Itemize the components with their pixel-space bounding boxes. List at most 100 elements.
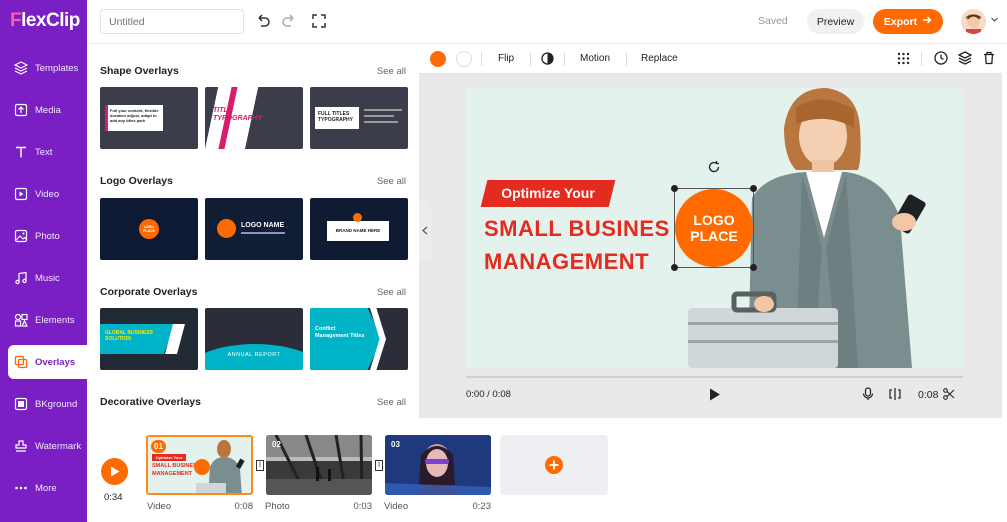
transition-icon[interactable]: ǀ [256,460,264,471]
timeline-clip[interactable]: 01 Optimize Your SMALL BUSINES MANAGEMEN… [146,435,253,495]
clip-type: Video [384,501,409,512]
collapse-panel-button[interactable] [419,200,431,260]
thumb-text: LOGO NAME [241,222,285,229]
sidebar: FlexClip Templates Media Text Video Phot… [0,0,87,522]
clip-duration: 0:23 [472,501,492,512]
overlay-thumbnail[interactable]: LOGO NAME [205,198,303,260]
add-clip-button[interactable] [500,435,608,495]
split-icon[interactable] [888,387,902,406]
microphone-icon[interactable] [862,387,874,406]
sidebar-item-text[interactable]: Text [0,135,87,169]
preview-button[interactable]: Preview [807,9,864,34]
resize-handle[interactable] [750,185,757,192]
resize-handle[interactable] [671,264,678,271]
headline-badge[interactable]: Optimize Your [480,180,616,207]
playback-progress[interactable] [466,376,963,378]
sidebar-item-label: BKground [35,398,78,410]
overlay-thumbnail[interactable]: Full your content, flexible duration adj… [100,87,198,149]
export-button[interactable]: Export [873,9,943,34]
video-canvas[interactable]: Optimize Your SMALL BUSINES MANAGEMENT L… [466,88,963,368]
sidebar-item-video[interactable]: Video [0,177,87,211]
overlay-thumbnail[interactable]: ANNUAL REPORT [205,308,303,370]
see-all-link[interactable]: See all [377,397,406,408]
sidebar-item-label: Video [35,188,60,200]
color-swatch-orange[interactable] [430,51,446,67]
timeline: 0:34 01 Optimize Your SMALL BUSINES MANA… [87,418,1007,522]
sidebar-item-background[interactable]: BKground [0,387,87,421]
app-logo[interactable]: FlexClip [10,10,80,32]
sidebar-item-watermark[interactable]: Watermark [0,429,87,463]
photo-icon [14,229,28,243]
playback-time: 0:00 / 0:08 [466,389,511,400]
overlays-panel: Shape Overlays See all Full your content… [87,44,419,418]
sidebar-item-media[interactable]: Media [0,93,87,127]
selection-box[interactable] [674,188,754,268]
section-title: Logo Overlays [100,175,173,187]
sidebar-item-templates[interactable]: Templates [0,51,87,85]
overlay-thumbnail[interactable]: TITLE TYPOGRAPHY [205,87,303,149]
sidebar-item-more[interactable]: More [0,471,87,505]
scissors-icon[interactable] [943,387,955,405]
overlay-thumbnail[interactable]: LOGO PLACE [100,198,198,260]
headline-line-1[interactable]: SMALL BUSINES [484,216,670,242]
saved-status: Saved [758,15,788,27]
play-icon[interactable] [709,388,721,406]
chevron-down-icon[interactable] [990,15,999,26]
video-icon [14,187,28,201]
layers-icon[interactable] [957,51,973,70]
sidebar-item-label: Media [35,104,61,116]
clip-thumb-line: SMALL BUSINES [152,463,197,469]
overlays-icon [14,355,28,369]
overlay-thumbnail[interactable]: Conflict Management Titles [310,308,408,370]
see-all-link[interactable]: See all [377,287,406,298]
overlay-thumbnail[interactable]: GLOBAL BUSINESS SOLUTION [100,308,198,370]
avatar[interactable] [961,9,986,34]
fullscreen-icon[interactable] [311,13,327,29]
replace-button[interactable]: Replace [641,53,678,64]
flip-button[interactable]: Flip [498,53,514,64]
plus-icon [545,456,563,474]
arrow-right-icon [922,15,932,28]
thumb-text: TITLE TYPOGRAPHY [213,107,263,122]
more-icon [14,481,28,495]
overlay-thumbnail[interactable]: FULL TITLES TYPOGRAPHY [310,87,408,149]
sidebar-item-photo[interactable]: Photo [0,219,87,253]
rotate-icon[interactable] [707,160,721,179]
color-swatch-white[interactable] [456,51,472,67]
clip-type: Photo [265,501,290,512]
trash-icon[interactable] [982,51,996,70]
sidebar-item-elements[interactable]: Elements [0,303,87,337]
thumb-text: BRAND NAME HERE [335,228,381,233]
resize-handle[interactable] [671,185,678,192]
motion-button[interactable]: Motion [580,53,610,64]
overlay-thumbnail[interactable]: BRAND NAME HERE [310,198,408,260]
music-icon [14,271,28,285]
timeline-clip[interactable]: 02 [266,435,372,495]
thumb-text: LOGO PLACE [143,225,155,233]
sidebar-item-music[interactable]: Music [0,261,87,295]
thumb-text: Full your content, flexible duration adj… [110,108,159,123]
chevron-left-icon [422,226,428,234]
see-all-link[interactable]: See all [377,176,406,187]
clip-number: 01 [151,440,166,453]
resize-handle[interactable] [750,264,757,271]
headline-line-2[interactable]: MANAGEMENT [484,249,649,275]
see-all-link[interactable]: See all [377,66,406,77]
transition-icon[interactable]: ǀ [375,460,383,471]
grid-icon[interactable] [897,52,910,70]
section-title: Shape Overlays [100,65,179,77]
undo-icon[interactable] [255,13,271,29]
thumb-text: ANNUAL REPORT [227,352,281,358]
clip-type: Video [147,501,172,512]
project-title-input[interactable] [100,9,244,34]
clock-icon[interactable] [934,51,948,70]
divider [530,52,531,66]
opacity-icon[interactable] [541,52,554,70]
sidebar-item-overlays[interactable]: Overlays [8,345,87,379]
playback-controls: 0:00 / 0:08 0:08 [466,374,1002,414]
timeline-play-button[interactable] [101,458,128,485]
redo-icon[interactable] [281,13,297,29]
timeline-clip[interactable]: 03 [385,435,491,495]
section-title: Corporate Overlays [100,286,198,298]
thumb-text: GLOBAL BUSINESS SOLUTION [105,330,153,342]
